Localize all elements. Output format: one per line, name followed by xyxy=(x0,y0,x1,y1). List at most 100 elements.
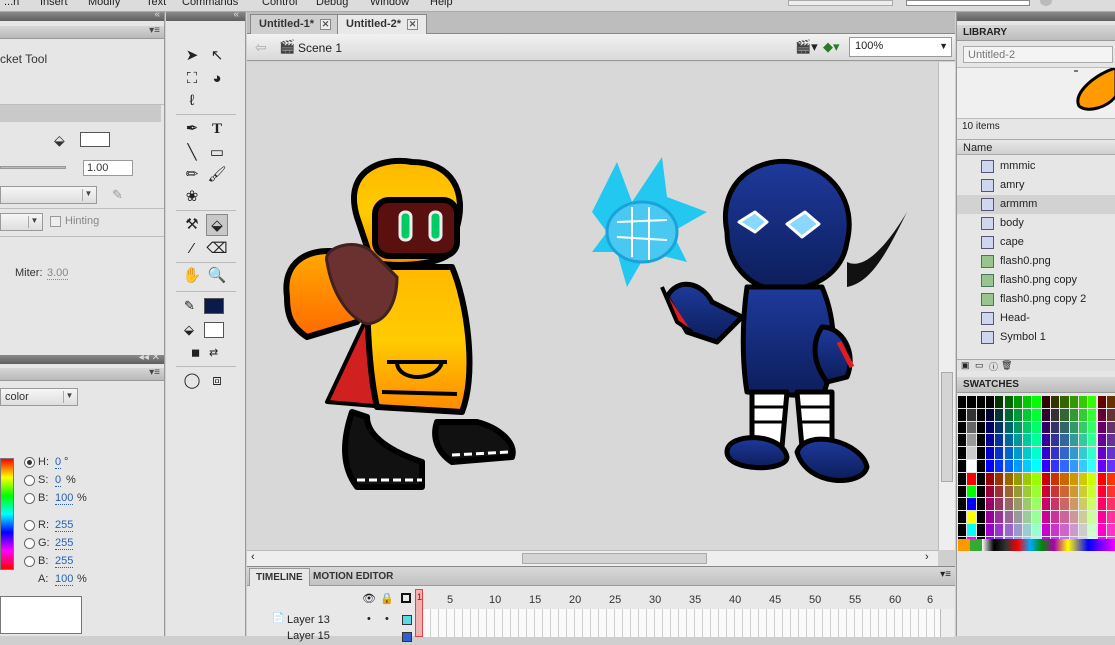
swatch[interactable] xyxy=(1023,472,1032,485)
swatch[interactable] xyxy=(1088,472,1097,485)
swatch[interactable] xyxy=(1060,408,1069,421)
swatch[interactable] xyxy=(967,524,976,536)
column-header-name[interactable]: Name xyxy=(963,142,992,154)
swatch[interactable] xyxy=(1097,498,1106,511)
menu-item-control[interactable]: Control xyxy=(262,0,297,8)
outline-icon[interactable] xyxy=(401,593,411,603)
swatch[interactable] xyxy=(985,498,995,511)
expand-icon[interactable]: « xyxy=(233,9,239,20)
swatch[interactable] xyxy=(976,408,985,421)
swatch[interactable] xyxy=(1013,460,1023,472)
swatch[interactable] xyxy=(1032,447,1041,459)
swatch[interactable] xyxy=(995,421,1004,434)
swatch[interactable] xyxy=(1069,396,1078,408)
swatch[interactable] xyxy=(1032,472,1041,485)
library-item[interactable]: body xyxy=(957,214,1115,233)
panel-menu-icon[interactable]: ▾≡ xyxy=(149,367,160,378)
selection-tool-icon[interactable]: ➤ xyxy=(181,45,203,67)
swatch[interactable] xyxy=(1088,447,1097,459)
swatch[interactable] xyxy=(1078,460,1088,472)
new-folder-icon[interactable]: ▭ xyxy=(975,360,984,371)
swatch[interactable] xyxy=(1088,485,1097,498)
swap-colors-icon[interactable]: ⇄ xyxy=(209,346,218,359)
swatch[interactable] xyxy=(995,472,1004,485)
subselection-tool-icon[interactable]: ↖ xyxy=(206,45,228,67)
swatch[interactable] xyxy=(1069,460,1078,472)
swatch[interactable] xyxy=(1097,524,1106,536)
tab-timeline[interactable]: TIMELINE xyxy=(249,568,310,586)
panel-collapse-bar[interactable]: « xyxy=(0,9,164,21)
layer-row[interactable]: Layer 15 xyxy=(247,629,955,645)
swatch[interactable] xyxy=(995,396,1004,408)
layer-name[interactable]: Layer 15 xyxy=(287,630,330,642)
swatch[interactable] xyxy=(1004,408,1013,421)
color-type-dropdown[interactable]: color ▼ xyxy=(0,388,78,406)
hand-tool-icon[interactable]: ✋ xyxy=(181,265,203,287)
swatch[interactable] xyxy=(1097,511,1106,523)
green-value[interactable]: 255 xyxy=(55,537,74,550)
swatch[interactable] xyxy=(958,408,967,421)
swatch[interactable] xyxy=(1060,447,1069,459)
scroll-thumb[interactable] xyxy=(522,553,707,564)
swatch[interactable] xyxy=(1023,524,1032,536)
swatch[interactable] xyxy=(1013,434,1023,447)
swatch[interactable] xyxy=(976,421,985,434)
swatch[interactable] xyxy=(1060,511,1069,523)
swatch[interactable] xyxy=(1060,460,1069,472)
menu-item-text[interactable]: Text xyxy=(146,0,166,8)
swatch[interactable] xyxy=(1032,434,1041,447)
hue-radio[interactable] xyxy=(24,457,35,468)
swatch[interactable] xyxy=(1051,408,1060,421)
swatch[interactable] xyxy=(1078,421,1088,434)
swatch[interactable] xyxy=(995,485,1004,498)
layer-row[interactable]: 📄 Layer 13 • • xyxy=(247,612,955,628)
swatch[interactable] xyxy=(1041,472,1050,485)
swatch[interactable] xyxy=(958,421,967,434)
swatch[interactable] xyxy=(995,447,1004,459)
swatch[interactable] xyxy=(1041,434,1050,447)
swatch[interactable] xyxy=(995,460,1004,472)
swatch[interactable] xyxy=(1078,524,1088,536)
scale-dropdown[interactable]: ▼ xyxy=(0,213,43,231)
swatch[interactable] xyxy=(958,524,967,536)
swatch[interactable] xyxy=(1013,524,1023,536)
swatch[interactable] xyxy=(976,485,985,498)
swatch[interactable] xyxy=(1097,485,1106,498)
tab-untitled-2[interactable]: Untitled-2* ✕ xyxy=(337,14,427,34)
lasso-tool-icon[interactable]: ℓ xyxy=(181,90,203,112)
library-item[interactable]: mmmic xyxy=(957,157,1115,176)
swatch[interactable] xyxy=(1051,498,1060,511)
timeline-scrollbar[interactable] xyxy=(940,609,954,637)
swatch[interactable] xyxy=(1013,447,1023,459)
lock-dot[interactable]: • xyxy=(385,613,389,625)
swatch[interactable] xyxy=(1069,524,1078,536)
swatch[interactable] xyxy=(1023,408,1032,421)
paint-bucket-tool-icon[interactable]: ⬙ xyxy=(206,214,228,236)
library-item[interactable]: flash0.png copy xyxy=(957,271,1115,290)
gradient-swatches[interactable] xyxy=(958,539,1115,551)
delete-icon[interactable]: 🗑 xyxy=(1001,360,1012,371)
swatch[interactable] xyxy=(1106,472,1115,485)
swatch[interactable] xyxy=(958,447,967,459)
saturation-value[interactable]: 0 xyxy=(55,474,62,487)
swatch[interactable] xyxy=(967,434,976,447)
swatch[interactable] xyxy=(1041,396,1050,408)
swatch[interactable] xyxy=(1051,396,1060,408)
swatch[interactable] xyxy=(1023,460,1032,472)
swatch[interactable] xyxy=(1088,511,1097,523)
swatch[interactable] xyxy=(995,511,1004,523)
layer-color-box[interactable] xyxy=(402,615,412,625)
text-tool-icon[interactable]: T xyxy=(206,118,228,140)
swatch[interactable] xyxy=(1023,396,1032,408)
swatch[interactable] xyxy=(985,396,995,408)
swatch[interactable] xyxy=(1106,498,1115,511)
swatch[interactable] xyxy=(1023,447,1032,459)
menu-item-debug[interactable]: Debug xyxy=(316,0,348,8)
swatch[interactable] xyxy=(1041,511,1050,523)
swatch[interactable] xyxy=(1088,498,1097,511)
swatch[interactable] xyxy=(1106,421,1115,434)
tab-motion-editor[interactable]: MOTION EDITOR xyxy=(307,568,399,586)
swatch[interactable] xyxy=(1004,472,1013,485)
swatch[interactable] xyxy=(1004,485,1013,498)
swatch[interactable] xyxy=(1004,498,1013,511)
